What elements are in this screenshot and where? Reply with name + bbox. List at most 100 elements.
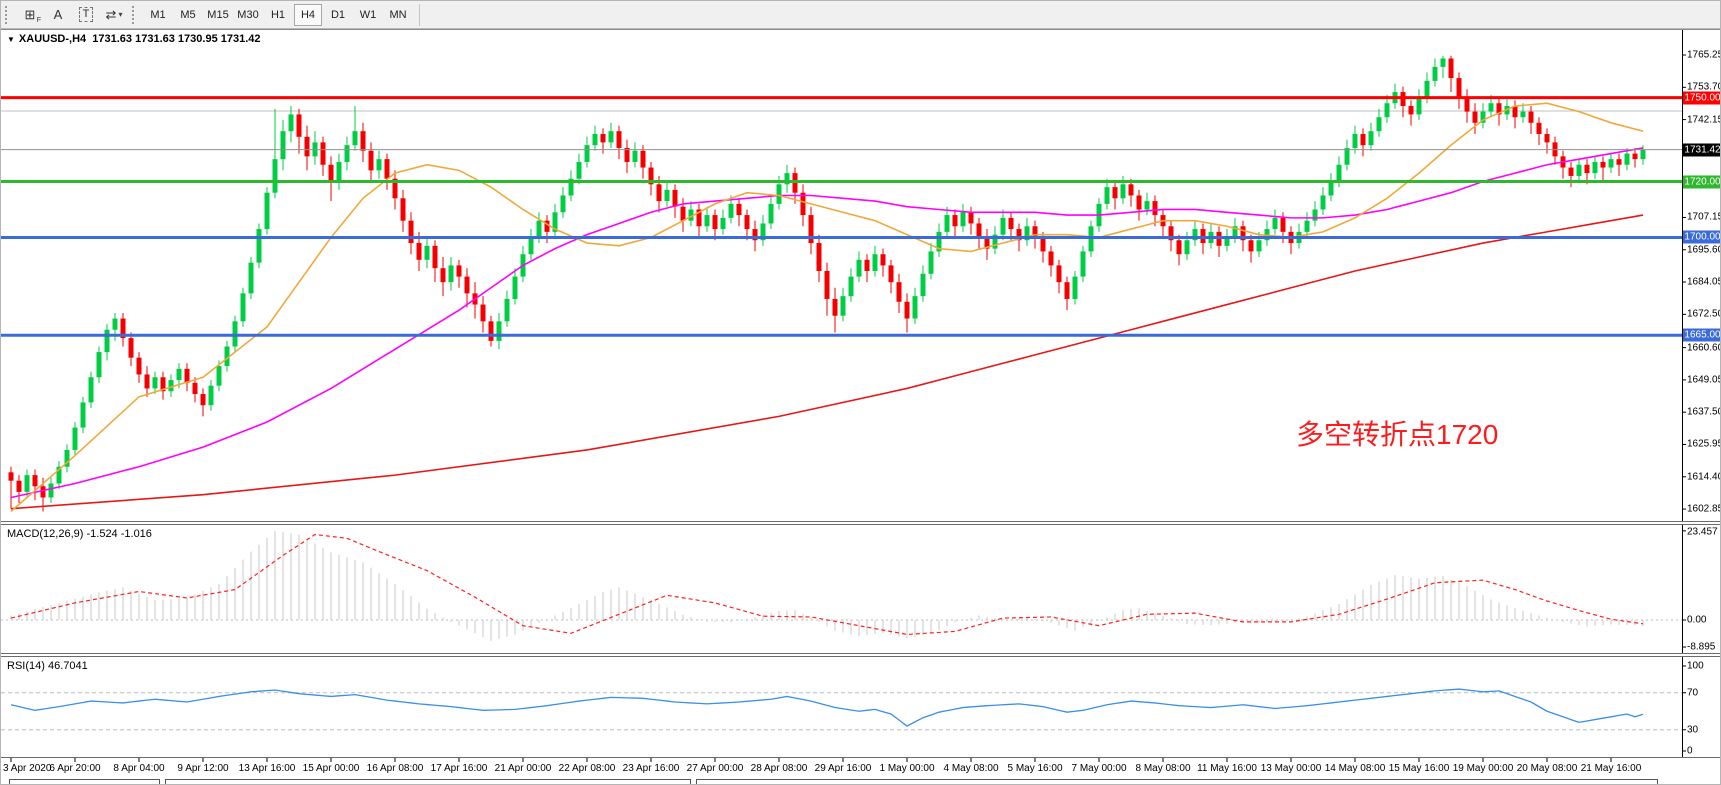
candle (401, 198, 406, 220)
time-axis-label: 1 May 00:00 (879, 763, 934, 774)
candle (129, 338, 134, 358)
tf-button-MN[interactable]: MN (384, 4, 412, 26)
candle (425, 246, 430, 260)
tf-button-W1[interactable]: W1 (354, 4, 382, 26)
candle (49, 484, 54, 498)
time-axis-label: 8 May 08:00 (1135, 763, 1190, 774)
candle (1145, 201, 1150, 209)
candle (1569, 168, 1574, 176)
time-axis-label: 27 Apr 00:00 (687, 763, 744, 774)
candle (273, 159, 278, 193)
candle (1065, 282, 1070, 299)
toolbar-grip[interactable] (5, 6, 10, 24)
price-badge-1731.42: 1731.42 (1683, 143, 1721, 156)
time-axis-label: 13 May 00:00 (1261, 763, 1322, 774)
candle (1537, 123, 1542, 134)
candle (265, 193, 270, 229)
candle (729, 204, 734, 218)
candle (1313, 209, 1318, 220)
candle (1585, 165, 1590, 173)
ma-slow-red-line (11, 215, 1643, 509)
candle (257, 229, 262, 263)
candle (1409, 106, 1414, 114)
candle (201, 394, 206, 405)
candle (73, 428, 78, 450)
tf-button-M1[interactable]: M1 (144, 4, 172, 26)
time-axis-label: 6 Apr 20:00 (49, 763, 100, 774)
time-axis-label: 13 Apr 16:00 (239, 763, 296, 774)
rsi-line (11, 689, 1643, 726)
tf-button-M5[interactable]: M5 (174, 4, 202, 26)
candle (41, 486, 46, 497)
candle (969, 212, 974, 223)
candle (1049, 251, 1054, 265)
candle (1473, 112, 1478, 123)
font-a-button[interactable]: A (46, 4, 70, 26)
tf-button-H1[interactable]: H1 (264, 4, 292, 26)
toolbar-grip[interactable] (132, 6, 137, 24)
candle (1489, 103, 1494, 111)
time-axis-label: 3 Apr 2020 (3, 763, 51, 774)
candle (1353, 134, 1358, 148)
candle (857, 260, 862, 277)
toolbar: ⊞FAT⇄▾M1M5M15M30H1H4D1W1MN (1, 1, 1721, 29)
pane-separator[interactable] (1, 521, 1721, 525)
candle (1449, 58, 1454, 78)
candle (1641, 150, 1646, 160)
candle (433, 246, 438, 268)
candle (193, 383, 198, 394)
candle (681, 207, 686, 221)
candle (953, 215, 958, 226)
candle (929, 251, 934, 273)
price-tick-label: 1742.15 (1687, 114, 1721, 125)
candle (833, 299, 838, 316)
candle (1425, 81, 1430, 98)
time-axis-label: 4 May 08:00 (943, 763, 998, 774)
time-axis-label: 22 Apr 08:00 (559, 763, 616, 774)
candle (865, 260, 870, 271)
candle (905, 302, 910, 319)
time-axis-label: 15 Apr 00:00 (303, 763, 360, 774)
pane-separator[interactable] (1, 653, 1721, 657)
candle (457, 265, 462, 276)
tf-button-M30[interactable]: M30 (234, 4, 262, 26)
price-tick-label: 1625.95 (1687, 439, 1721, 450)
time-axis-label: 9 Apr 12:00 (177, 763, 228, 774)
arrows-icon: ⇄ (106, 7, 117, 23)
candle (441, 268, 446, 282)
candle (529, 237, 534, 254)
arrows-button[interactable]: ⇄▾ (102, 4, 126, 26)
rsi-axis-label: 100 (1687, 661, 1704, 672)
candle (409, 221, 414, 243)
candle (1441, 58, 1446, 66)
candle (289, 114, 294, 131)
time-axis-label: 28 Apr 08:00 (751, 763, 808, 774)
candle (1433, 67, 1438, 81)
candle (1105, 187, 1110, 204)
grid-f-icon-badge: F (37, 17, 41, 24)
candle (1625, 154, 1630, 165)
time-axis-label: 20 May 08:00 (1517, 763, 1578, 774)
dropdown-caret-icon[interactable]: ▾ (118, 10, 122, 19)
grid-f-button[interactable]: ⊞F (18, 4, 42, 26)
tf-button-H4[interactable]: H4 (294, 4, 322, 26)
time-axis-label: 14 May 08:00 (1325, 763, 1386, 774)
candle (249, 263, 254, 294)
price-tick-label: 1672.50 (1687, 309, 1721, 320)
candle (241, 293, 246, 321)
tf-button-D1[interactable]: D1 (324, 4, 352, 26)
candle (945, 215, 950, 232)
candle (449, 265, 454, 282)
text-label-button[interactable]: T (74, 4, 98, 26)
chart-canvas[interactable] (1, 1, 1721, 785)
candle (209, 386, 214, 406)
candle (1185, 240, 1190, 254)
candle (1457, 78, 1462, 98)
candle (769, 204, 774, 224)
candle (1361, 134, 1366, 145)
candle (113, 319, 118, 330)
window-menu-icon[interactable]: ▼ (7, 35, 15, 44)
candle (1009, 218, 1014, 229)
chart-annotation-text[interactable]: 多空转折点1720 (1296, 413, 1498, 453)
tf-button-M15[interactable]: M15 (204, 4, 232, 26)
